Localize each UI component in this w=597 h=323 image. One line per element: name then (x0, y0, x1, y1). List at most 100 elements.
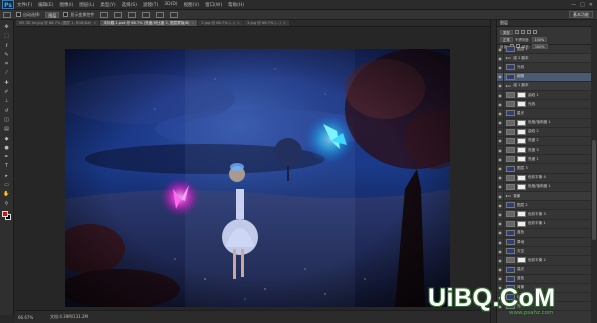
layer-row[interactable]: ◉ 色彩平衡 2 (497, 255, 591, 266)
layer-thumbnail[interactable] (506, 64, 515, 71)
layer-mask-thumbnail[interactable] (517, 147, 526, 154)
layer-row[interactable]: ◉ 色相/饱和度 1 (497, 118, 591, 128)
layer-thumbnail[interactable] (506, 147, 515, 154)
visibility-eye-icon[interactable]: ◉ (497, 99, 504, 109)
visibility-eye-icon[interactable]: ◉ (497, 182, 504, 192)
brush-tool-icon[interactable]: ✐ (2, 88, 12, 96)
layer-thumbnail[interactable] (506, 229, 515, 236)
layer-row[interactable]: ◉ 光 (497, 301, 591, 312)
close-tab-icon[interactable]: × (283, 20, 286, 26)
menu-edit[interactable]: 编辑(E) (38, 2, 53, 8)
foreground-color-swatch[interactable] (1, 210, 8, 217)
layer-mask-thumbnail[interactable] (517, 174, 526, 181)
filter-shape-icon[interactable] (532, 30, 537, 34)
layer-thumbnail[interactable] (506, 220, 515, 227)
close-tab-icon[interactable]: × (191, 20, 194, 26)
layer-thumbnail[interactable] (506, 92, 515, 99)
layer-mask-thumbnail[interactable] (517, 211, 526, 218)
layer-row[interactable]: ◉ 草地 (497, 237, 591, 248)
menu-filter[interactable]: 滤镜(T) (143, 2, 158, 8)
visibility-eye-icon[interactable]: ◉ (497, 62, 504, 72)
align-middle-icon[interactable] (114, 11, 123, 18)
layer-row[interactable]: ◉ 背景 (497, 283, 591, 294)
close-tab-icon[interactable]: × (93, 20, 96, 26)
quick-select-tool-icon[interactable]: ✎ (2, 51, 12, 59)
visibility-eye-icon[interactable]: ◉ (497, 246, 504, 256)
layer-row[interactable]: ◉ 亮度 2 (497, 136, 591, 147)
layer-mask-thumbnail[interactable] (517, 257, 526, 264)
layer-row[interactable]: ◉ 光线 (497, 62, 591, 73)
layer-row[interactable]: ◉ 蓝色 (497, 228, 591, 238)
auto-select-checkbox[interactable] (16, 12, 21, 17)
layer-mask-thumbnail[interactable] (517, 156, 526, 163)
layer-row[interactable]: ◉ 色相/饱和度 1 (497, 182, 591, 192)
layer-row[interactable]: ◉ 星光 (497, 108, 591, 119)
layer-row[interactable]: ◉ 曲线 1 (497, 90, 591, 101)
layer-row[interactable]: ◉ 蓝色 (497, 274, 591, 284)
layer-thumbnail[interactable] (506, 137, 515, 144)
hand-tool-icon[interactable]: ✋ (2, 190, 12, 198)
layer-row[interactable]: ◉ 图层 2 (497, 200, 591, 211)
layer-row[interactable]: ◉ 色彩平衡 3 (497, 209, 591, 220)
layer-row[interactable]: ◉ 蝴蝶 (497, 72, 591, 82)
visibility-eye-icon[interactable]: ◉ (497, 228, 504, 238)
visibility-eye-icon[interactable]: ◉ (497, 209, 504, 219)
visibility-eye-icon[interactable]: ◉ (497, 283, 504, 293)
eyedropper-tool-icon[interactable]: ⁄ (2, 69, 12, 77)
opacity-input[interactable]: 100% (531, 36, 548, 42)
layer-mask-thumbnail[interactable] (517, 92, 526, 99)
visibility-eye-icon[interactable]: ◉ (497, 292, 504, 302)
document-canvas[interactable] (65, 49, 450, 307)
layer-thumbnail[interactable] (506, 239, 515, 246)
show-transform-checkbox[interactable] (63, 12, 69, 17)
zoom-tool-icon[interactable]: ⚲ (2, 200, 12, 208)
visibility-eye-icon[interactable]: ◉ (497, 127, 504, 137)
auto-select-dropdown[interactable]: 图层 (45, 11, 60, 18)
layer-thumbnail[interactable] (506, 211, 515, 218)
layer-thumbnail[interactable] (506, 294, 515, 301)
visibility-eye-icon[interactable]: ◉ (497, 118, 504, 128)
color-swatches[interactable] (1, 210, 12, 221)
canvas-area[interactable] (15, 28, 490, 310)
blend-mode-select[interactable]: 正常 (500, 36, 513, 42)
layer-thumbnail[interactable] (506, 174, 515, 181)
crop-tool-icon[interactable]: ⌗ (2, 60, 12, 68)
layer-row[interactable]: ◉ 亮度 3 (497, 145, 591, 156)
eraser-tool-icon[interactable]: ◫ (2, 116, 12, 124)
menu-3d[interactable]: 3D(D) (164, 2, 177, 7)
layer-thumbnail[interactable] (506, 46, 515, 53)
layer-row[interactable]: ◉ ▸▭ 组 1 副本 (497, 81, 591, 91)
visibility-eye-icon[interactable]: ◉ (497, 90, 504, 100)
align-center-icon[interactable] (156, 11, 165, 18)
align-right-icon[interactable] (170, 11, 179, 18)
layer-thumbnail[interactable] (506, 73, 515, 80)
dodge-tool-icon[interactable]: ● (2, 144, 12, 152)
align-left-icon[interactable] (142, 11, 151, 18)
layers-scrollbar[interactable] (591, 20, 597, 323)
doc-tab-active[interactable]: 未标题-1.psd @ 66.7% (亮度/对比度 2, 图层蒙版/8) × (100, 20, 198, 26)
filter-type-icon[interactable] (526, 30, 531, 34)
layer-thumbnail[interactable] (506, 110, 515, 117)
layer-mask-thumbnail[interactable] (517, 137, 526, 144)
layer-mask-thumbnail[interactable] (517, 119, 526, 126)
maximize-button[interactable]: □ (580, 2, 585, 8)
menu-file[interactable]: 文件(F) (17, 2, 32, 8)
layer-row[interactable]: ◉ ▸▭ 背景 (497, 191, 591, 202)
doc-tab[interactable]: 2.jpg @ 66.7% (...) × (198, 20, 244, 26)
visibility-eye-icon[interactable]: ◉ (497, 164, 504, 174)
group-folder-icon[interactable]: ▸▭ (506, 84, 511, 88)
workspace-switcher[interactable]: 基本功能 (569, 11, 593, 18)
shape-tool-icon[interactable]: ▭ (2, 181, 12, 189)
layer-thumbnail[interactable] (506, 257, 515, 264)
layer-row[interactable]: ◉ 色彩平衡 4 (497, 173, 591, 183)
layer-mask-thumbnail[interactable] (517, 183, 526, 190)
path-select-tool-icon[interactable]: ▸ (2, 172, 12, 180)
layer-row[interactable]: ◉ 天空 (497, 246, 591, 257)
marquee-tool-icon[interactable]: ⬚ (2, 32, 12, 40)
minimize-button[interactable]: — (571, 2, 576, 8)
visibility-eye-icon[interactable]: ◉ (497, 191, 504, 201)
visibility-eye-icon[interactable]: ◉ (497, 265, 504, 275)
visibility-eye-icon[interactable]: ◉ (497, 274, 504, 284)
layer-thumbnail[interactable] (506, 101, 515, 108)
visibility-eye-icon[interactable]: ◉ (497, 72, 504, 82)
